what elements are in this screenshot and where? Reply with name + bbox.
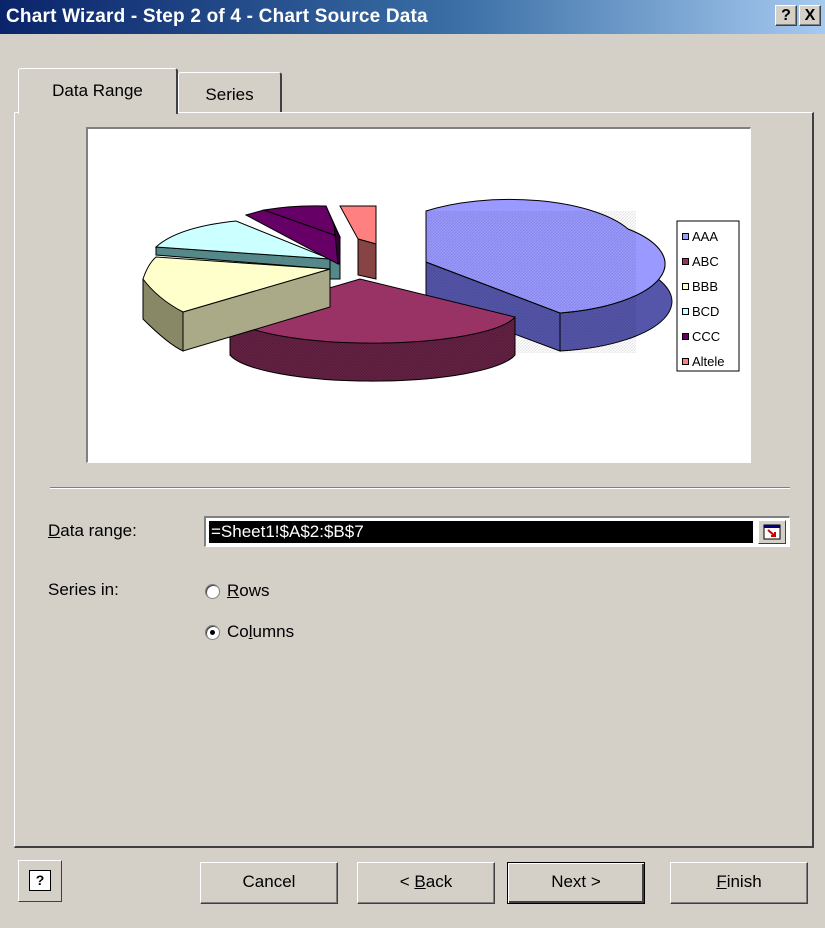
collapse-dialog-button[interactable] [758, 520, 786, 544]
series-in-label: Series in: [48, 580, 119, 599]
legend-item-ccc: CCC [682, 324, 740, 349]
radio-columns-label: Columns [227, 622, 295, 641]
radio-rows-label: Rows [227, 581, 270, 600]
legend-swatch [682, 308, 689, 315]
chart-preview: AAA ABC BBB BCD CCC Altele [86, 127, 751, 463]
pie-chart [142, 198, 740, 382]
cancel-button[interactable]: Cancel [200, 862, 338, 904]
slice-altele [339, 205, 377, 280]
legend-item-aaa: AAA [682, 224, 740, 249]
data-range-field[interactable]: =Sheet1!$A$2:$B$7 [204, 516, 790, 547]
legend-items: AAA ABC BBB BCD CCC Altele [682, 224, 740, 374]
legend-item-altele: Altele [682, 349, 740, 374]
radio-columns[interactable]: Columns [205, 622, 294, 642]
legend-item-bcd: BCD [682, 299, 740, 324]
data-range-value[interactable]: =Sheet1!$A$2:$B$7 [209, 521, 753, 543]
collapse-dialog-icon [763, 524, 781, 540]
help-button[interactable]: ? [18, 860, 62, 902]
legend-swatch [682, 333, 689, 340]
legend-swatch [682, 283, 689, 290]
back-button[interactable]: < Back [357, 862, 495, 904]
legend-item-bbb: BBB [682, 274, 740, 299]
legend-item-abc: ABC [682, 249, 740, 274]
legend-swatch [682, 258, 689, 265]
legend-swatch [682, 233, 689, 240]
title-bar: Chart Wizard - Step 2 of 4 - Chart Sourc… [0, 0, 825, 34]
data-range-label: Data range: [48, 521, 137, 540]
tab-data-range[interactable]: Data Range [18, 68, 178, 114]
separator [50, 487, 790, 489]
legend-swatch [682, 358, 689, 365]
help-title-button[interactable]: ? [775, 5, 797, 26]
help-icon: ? [29, 870, 51, 891]
close-button[interactable]: X [799, 5, 821, 26]
radio-rows[interactable]: Rows [205, 581, 270, 601]
finish-button[interactable]: Finish [670, 862, 808, 904]
tab-series[interactable]: Series [178, 72, 282, 112]
window-title: Chart Wizard - Step 2 of 4 - Chart Sourc… [6, 6, 428, 27]
next-button[interactable]: Next > [507, 862, 645, 904]
radio-rows-indicator[interactable] [205, 583, 220, 599]
radio-columns-indicator[interactable] [205, 624, 220, 640]
